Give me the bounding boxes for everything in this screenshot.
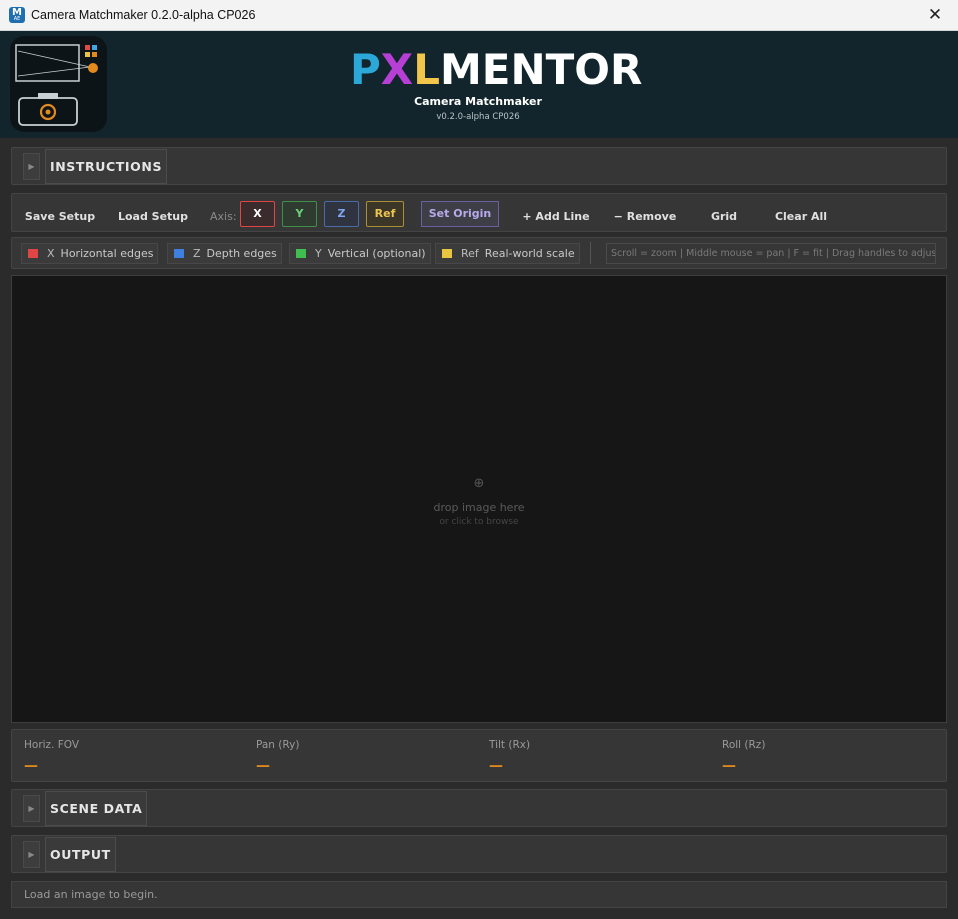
fov-value: — [24, 758, 38, 774]
roll-label: Roll (Rz) [722, 739, 766, 751]
fov-label: Horiz. FOV [24, 739, 80, 751]
brand-logo-text: PXLMENTOR [350, 45, 643, 94]
camera-readouts: Horiz. FOV — Pan (Ry) — Tilt (Rx) — Roll… [11, 729, 947, 782]
window-title: Camera Matchmaker 0.2.0-alpha CP026 [31, 8, 256, 22]
window-titlebar: M AE Camera Matchmaker 0.2.0-alpha CP026 … [0, 0, 958, 31]
load-setup-button[interactable]: Load Setup [116, 204, 190, 229]
legend-x: X Horizontal edges [21, 243, 159, 264]
drop-target-icon: ⊕ [473, 476, 485, 491]
pan-label: Pan (Ry) [256, 739, 300, 751]
app-version: v0.2.0-alpha CP026 [436, 112, 520, 122]
app-name: Camera Matchmaker [414, 95, 542, 108]
legend-x-swatch [28, 249, 38, 258]
camera-logo-icon [10, 36, 107, 132]
grid-button[interactable]: Grid [704, 204, 744, 229]
toolbar: Save Setup Load Setup Axis: X Y Z Ref Se… [11, 193, 947, 232]
status-bar: Load an image to begin. [11, 881, 947, 908]
tilt-label: Tilt (Rx) [489, 739, 531, 751]
app-icon: M AE [9, 7, 25, 23]
set-origin-button[interactable]: Set Origin [421, 201, 499, 227]
axis-z-button[interactable]: Z [324, 201, 359, 227]
output-expand-icon[interactable]: ▶ [23, 841, 40, 868]
add-line-button[interactable]: + Add Line [519, 204, 593, 229]
scene-data-section: ▶ SCENE DATA [11, 789, 947, 827]
roll-value: — [722, 758, 736, 774]
axis-label: Axis: [210, 210, 237, 223]
header-banner: PXLMENTOR Camera Matchmaker v0.2.0-alpha… [0, 31, 958, 138]
axis-x-button[interactable]: X [240, 201, 275, 227]
instructions-section: ▶ INSTRUCTIONS [11, 147, 947, 185]
scene-data-expand-icon[interactable]: ▶ [23, 795, 40, 822]
legend-ref: Ref Real-world scale [435, 243, 580, 264]
scene-data-toggle[interactable]: SCENE DATA [45, 791, 148, 826]
drop-image-text: drop image here [433, 501, 525, 514]
axis-y-button[interactable]: Y [282, 201, 317, 227]
axis-ref-button[interactable]: Ref [366, 201, 404, 227]
instructions-expand-icon[interactable]: ▶ [23, 153, 40, 180]
close-button[interactable]: ✕ [912, 0, 958, 31]
click-to-browse-text: or click to browse [439, 517, 519, 527]
legend-bar: X Horizontal edges Z Depth edges Y Vertical… [11, 237, 947, 269]
legend-z-swatch [174, 249, 184, 258]
clear-all-button[interactable]: Clear All [770, 204, 832, 229]
image-drop-zone[interactable]: ⊕ drop image here or click to browse [11, 275, 947, 723]
controls-hint: Scroll = zoom | Middle mouse = pan | F =… [606, 243, 936, 264]
legend-y: Y Vertical (optional) [289, 243, 431, 264]
instructions-toggle[interactable]: INSTRUCTIONS [45, 149, 168, 184]
output-toggle[interactable]: OUTPUT [45, 837, 116, 872]
legend-z: Z Depth edges [167, 243, 282, 264]
legend-divider [590, 242, 591, 264]
pan-value: — [256, 758, 270, 774]
legend-y-swatch [296, 249, 306, 258]
save-setup-button[interactable]: Save Setup [24, 204, 96, 229]
remove-button[interactable]: − Remove [610, 204, 680, 229]
output-section: ▶ OUTPUT [11, 835, 947, 873]
legend-ref-swatch [442, 249, 452, 258]
tilt-value: — [489, 758, 503, 774]
